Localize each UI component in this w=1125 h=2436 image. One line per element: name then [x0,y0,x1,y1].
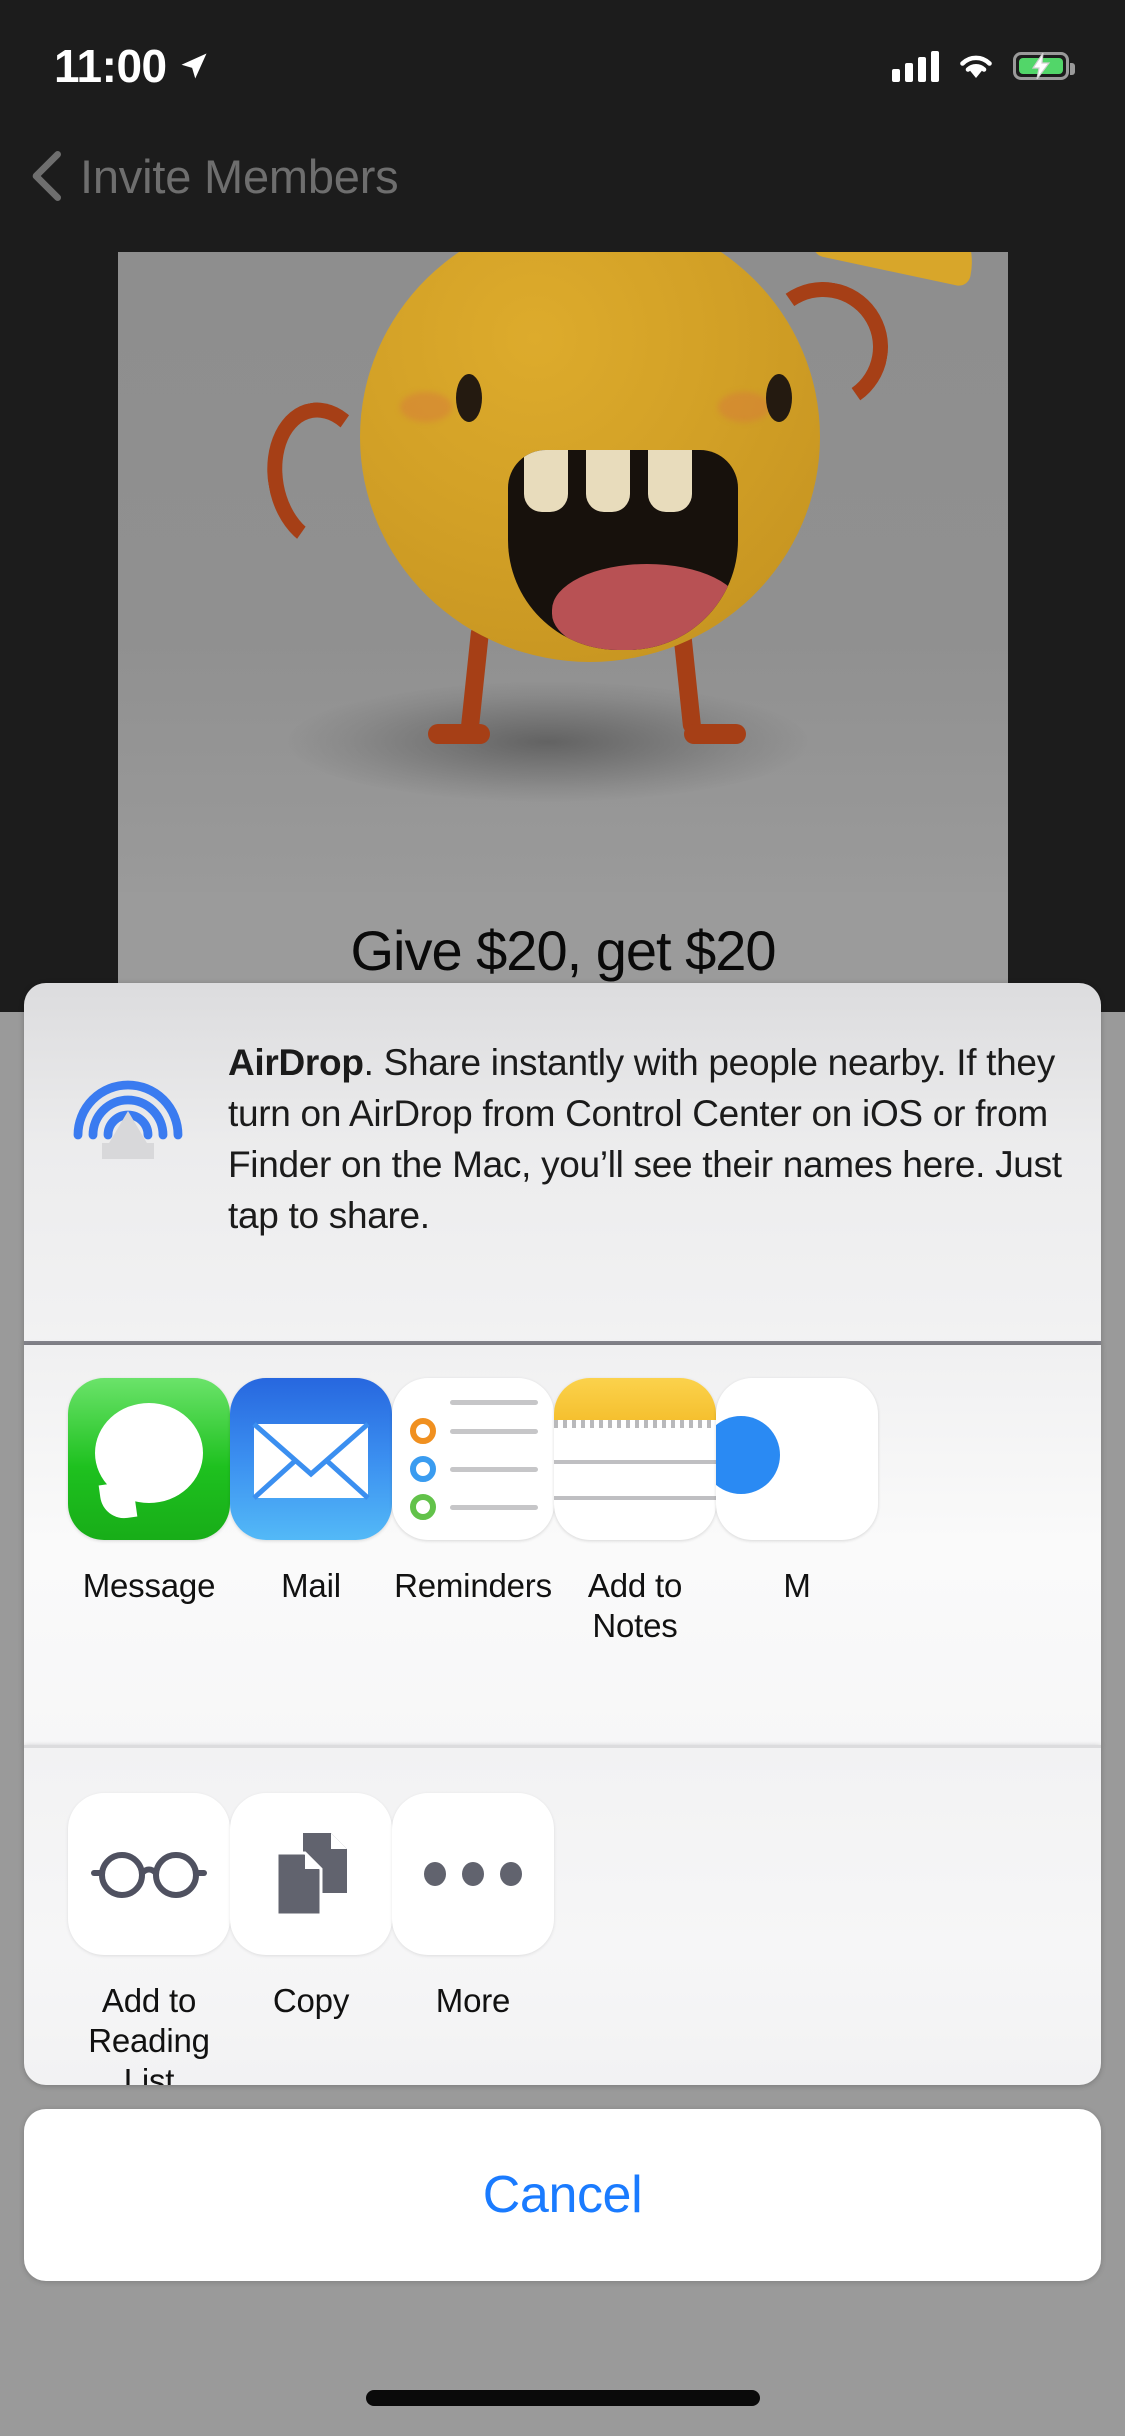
messages-app-icon [68,1378,230,1540]
airdrop-description: AirDrop. Share instantly with people nea… [228,1023,1065,1241]
share-target-label: Message [82,1567,216,1604]
monster-eye-right [766,374,792,422]
charging-bolt-icon [1031,53,1051,79]
chevron-left-icon[interactable] [26,148,66,204]
cellular-signal-icon [892,50,939,82]
action-copy[interactable]: Copy [230,1793,392,2085]
mail-app-icon [230,1378,392,1540]
glasses-icon [68,1793,230,1955]
monster-eye-left [456,374,482,422]
monster-hat [811,252,985,288]
ellipsis-icon [392,1793,554,1955]
airdrop-section[interactable]: AirDrop. Share instantly with people nea… [24,983,1101,1345]
share-target-label: Mail [281,1567,341,1604]
battery-charging-icon [1013,52,1075,80]
status-bar-right [892,50,1075,82]
monster-foot-left [428,724,490,744]
share-target-label: Add to Notes [587,1567,683,1644]
status-bar-clock: 11:00 [54,40,167,92]
action-label: More [435,1982,511,2019]
share-apps-scroller[interactable]: Message Mail Reminders Add to Notes M [24,1345,1101,1646]
clipped-app-icon [716,1378,878,1540]
share-sheet: AirDrop. Share instantly with people nea… [0,983,1125,2436]
promo-title: Give $20, get $20 [350,919,776,982]
home-indicator[interactable] [365,2390,760,2406]
location-arrow-icon [181,53,207,79]
monster-tooth [524,450,568,512]
page-title: Invite Members [80,149,399,203]
cancel-button-label: Cancel [482,2166,643,2224]
share-target-mail[interactable]: Mail [230,1378,392,1646]
monster-cheek-left [400,392,452,422]
share-actions-row: Add to Reading List Copy More [24,1745,1101,2085]
promo-illustration-card [118,252,1008,892]
cancel-button[interactable]: Cancel [24,2109,1101,2281]
share-target-label: Reminders [394,1567,552,1604]
wifi-icon [960,55,992,78]
status-bar-left: 11:00 [54,39,209,93]
share-target-reminders[interactable]: Reminders [392,1378,554,1646]
actions-divider [24,1745,1101,1748]
app-content-area: Give $20, get $20 [118,252,1008,1012]
share-actions-section: Add to Reading List Copy More [24,1745,1101,2085]
notes-app-icon [554,1378,716,1540]
share-target-label: M [783,1567,811,1604]
monster-tooth [586,450,630,512]
monster-tongue [552,564,738,650]
navigation-bar: Invite Members [0,132,1125,220]
monster-foot-right [684,724,746,744]
share-apps-section: Message Mail Reminders Add to Notes M [24,1345,1101,1745]
action-label: Copy [272,1982,350,2019]
action-label-line1: Add to [101,1982,197,2019]
share-target-message[interactable]: Message [68,1378,230,1646]
airdrop-title: AirDrop [228,1042,364,1083]
monster-tooth [648,450,692,512]
action-add-to-reading-list[interactable]: Add to Reading List [68,1793,230,2085]
reminders-app-icon [392,1378,554,1540]
share-target-clipped[interactable]: M [716,1378,878,1646]
action-label-line2: Reading List [88,2022,210,2085]
airdrop-icon [73,1080,183,1159]
share-target-notes[interactable]: Add to Notes [554,1378,716,1646]
action-more[interactable]: More [392,1793,554,2085]
monster-mouth [508,450,738,650]
monster-cheek-right [718,392,770,422]
action-label: Add to Reading List [68,1981,230,2085]
status-bar: 11:00 [0,0,1125,132]
copy-documents-icon [230,1793,392,1955]
